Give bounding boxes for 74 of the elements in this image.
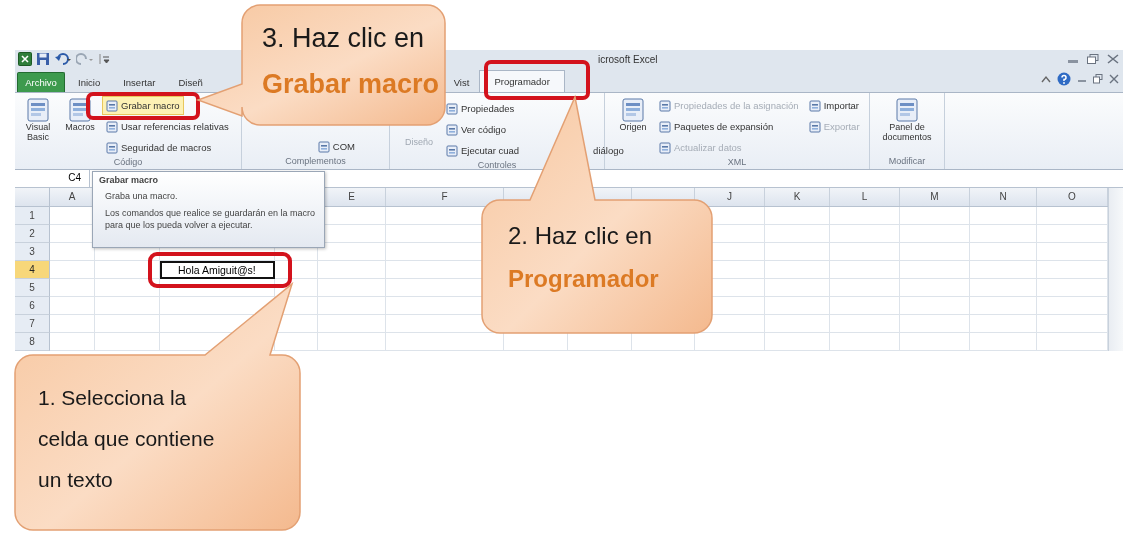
callout-text: 1. Selecciona la celda que contiene un texto <box>38 385 216 493</box>
customize-icon[interactable] <box>98 52 110 66</box>
ribbon-button[interactable]: Macros <box>60 96 100 134</box>
ribbon-button[interactable]: Propiedades <box>442 99 519 118</box>
column-header[interactable]: M <box>900 188 970 206</box>
column-header[interactable]: N <box>970 188 1037 206</box>
ribbon-button[interactable]: Seguridad de macros <box>102 138 216 157</box>
ribbon-tab[interactable]: Inicio <box>68 72 111 92</box>
document-icon <box>106 141 118 154</box>
group-label: XML <box>726 157 748 169</box>
excel-icon[interactable] <box>18 52 32 66</box>
tooltip-text: Graba una macro. <box>104 191 179 203</box>
undo-icon[interactable] <box>54 52 72 66</box>
ribbon-tab[interactable]: Archivo <box>17 72 65 92</box>
column-header[interactable]: K <box>765 188 830 206</box>
row-header[interactable]: 6 <box>15 297 50 315</box>
document-icon <box>808 99 821 112</box>
ribbon-tab[interactable]: Programador <box>479 70 565 92</box>
group-label: Código <box>112 157 144 169</box>
document-icon <box>659 120 671 133</box>
ribbon-button[interactable]: Paquetes de expansión <box>655 117 778 136</box>
document-icon <box>446 102 458 115</box>
ribbon-button[interactable]: Importar <box>804 96 864 115</box>
callout-emphasis: Programador <box>508 264 660 294</box>
ribbon-button[interactable]: COM <box>313 137 359 156</box>
document-icon <box>659 141 671 154</box>
name-box[interactable]: C4 <box>15 170 90 187</box>
row-header[interactable]: 7 <box>15 315 50 333</box>
row-header[interactable]: 5 <box>15 279 50 297</box>
group-label: Complementos <box>284 156 347 168</box>
ribbon-button[interactable]: Visual Basic <box>18 96 58 144</box>
group-label: Controles <box>476 160 518 170</box>
ribbon-tab[interactable]: Vist <box>451 72 472 92</box>
column-header[interactable]: L <box>830 188 900 206</box>
collapse-ribbon-icon[interactable] <box>1041 74 1051 84</box>
document-icon <box>317 140 330 153</box>
document-icon <box>620 97 646 123</box>
callout-text: 3. Haz clic en <box>262 22 426 55</box>
ribbon-button[interactable]: Ejecutar cuad <box>442 141 524 160</box>
row-header[interactable]: 1 <box>15 207 50 225</box>
document-icon <box>106 120 118 133</box>
close-icon[interactable] <box>1109 74 1119 84</box>
row-header[interactable]: 2 <box>15 225 50 243</box>
ribbon-tab[interactable]: Insertar <box>113 72 166 92</box>
row-header[interactable]: 4 <box>15 261 50 279</box>
document-icon <box>894 97 920 123</box>
group-label: Modificar <box>887 156 927 168</box>
ribbon-button[interactable]: Origen <box>613 96 653 134</box>
restore-icon[interactable] <box>1093 74 1103 84</box>
callout-text: 2. Haz clic en <box>508 222 654 251</box>
callout-emphasis: Grabar macro <box>262 68 441 101</box>
ribbon-button[interactable]: Grabar macro <box>102 96 184 115</box>
document-icon <box>659 99 671 112</box>
document-icon <box>446 144 458 157</box>
help-icon[interactable] <box>1057 72 1071 86</box>
button-label[interactable]: diálogo <box>593 145 624 156</box>
tooltip-text: Los comandos que realice se guardarán en la macro para que los pueda volver a ejecutar. <box>104 208 317 231</box>
document-icon <box>446 123 458 136</box>
document-icon <box>106 99 118 112</box>
ribbon-button[interactable]: Usar referencias relativas <box>102 117 233 136</box>
restore-icon[interactable] <box>1087 54 1099 64</box>
row-header[interactable]: 3 <box>15 243 50 261</box>
window-title: icrosoft Excel <box>598 53 658 65</box>
row-header[interactable]: 8 <box>15 333 50 351</box>
tooltip-title: Grabar macro <box>99 175 160 185</box>
document-icon <box>25 97 51 123</box>
ribbon-button[interactable]: Ver código <box>442 120 510 139</box>
ribbon-button[interactable]: Panel de documentos <box>873 96 941 144</box>
document-icon <box>808 120 821 133</box>
close-icon[interactable] <box>1107 54 1119 64</box>
table-cell[interactable]: Hola Amiguit@s! <box>160 261 275 279</box>
vertical-scrollbar[interactable] <box>1108 188 1123 351</box>
save-icon[interactable] <box>36 52 50 66</box>
ribbon-tab[interactable]: Diseñ <box>168 72 213 92</box>
